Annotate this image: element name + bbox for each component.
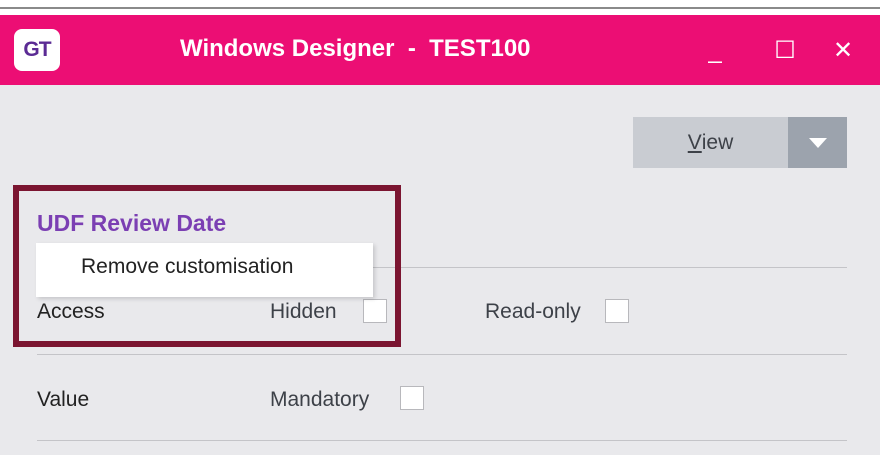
remove-customisation-menu-item[interactable]: Remove customisation bbox=[81, 255, 293, 279]
read-only-checkbox[interactable] bbox=[605, 299, 629, 323]
title-bar: GT Windows Designer - TEST100 _ ☐ ✕ bbox=[0, 15, 880, 85]
divider bbox=[37, 440, 847, 441]
app-logo-text: GT bbox=[23, 38, 51, 61]
context-menu: Remove customisation bbox=[36, 243, 373, 297]
chevron-down-icon bbox=[809, 138, 827, 148]
divider bbox=[0, 7, 880, 9]
window-title: Windows Designer - TEST100 bbox=[180, 35, 531, 62]
view-label-rest: iew bbox=[701, 130, 734, 154]
divider bbox=[37, 354, 847, 355]
mandatory-label: Mandatory bbox=[270, 388, 370, 411]
view-accelerator: V bbox=[687, 130, 702, 154]
close-button[interactable]: ✕ bbox=[826, 35, 860, 67]
view-dropdown-button[interactable] bbox=[788, 117, 847, 168]
top-strip bbox=[0, 0, 880, 15]
read-only-label: Read-only bbox=[485, 300, 581, 323]
value-label: Value bbox=[37, 388, 90, 411]
mandatory-checkbox[interactable] bbox=[400, 386, 424, 410]
app-logo: GT bbox=[14, 29, 60, 71]
view-button[interactable]: View bbox=[633, 117, 788, 168]
maximize-button[interactable]: ☐ bbox=[768, 35, 802, 67]
minimize-button[interactable]: _ bbox=[698, 35, 732, 67]
